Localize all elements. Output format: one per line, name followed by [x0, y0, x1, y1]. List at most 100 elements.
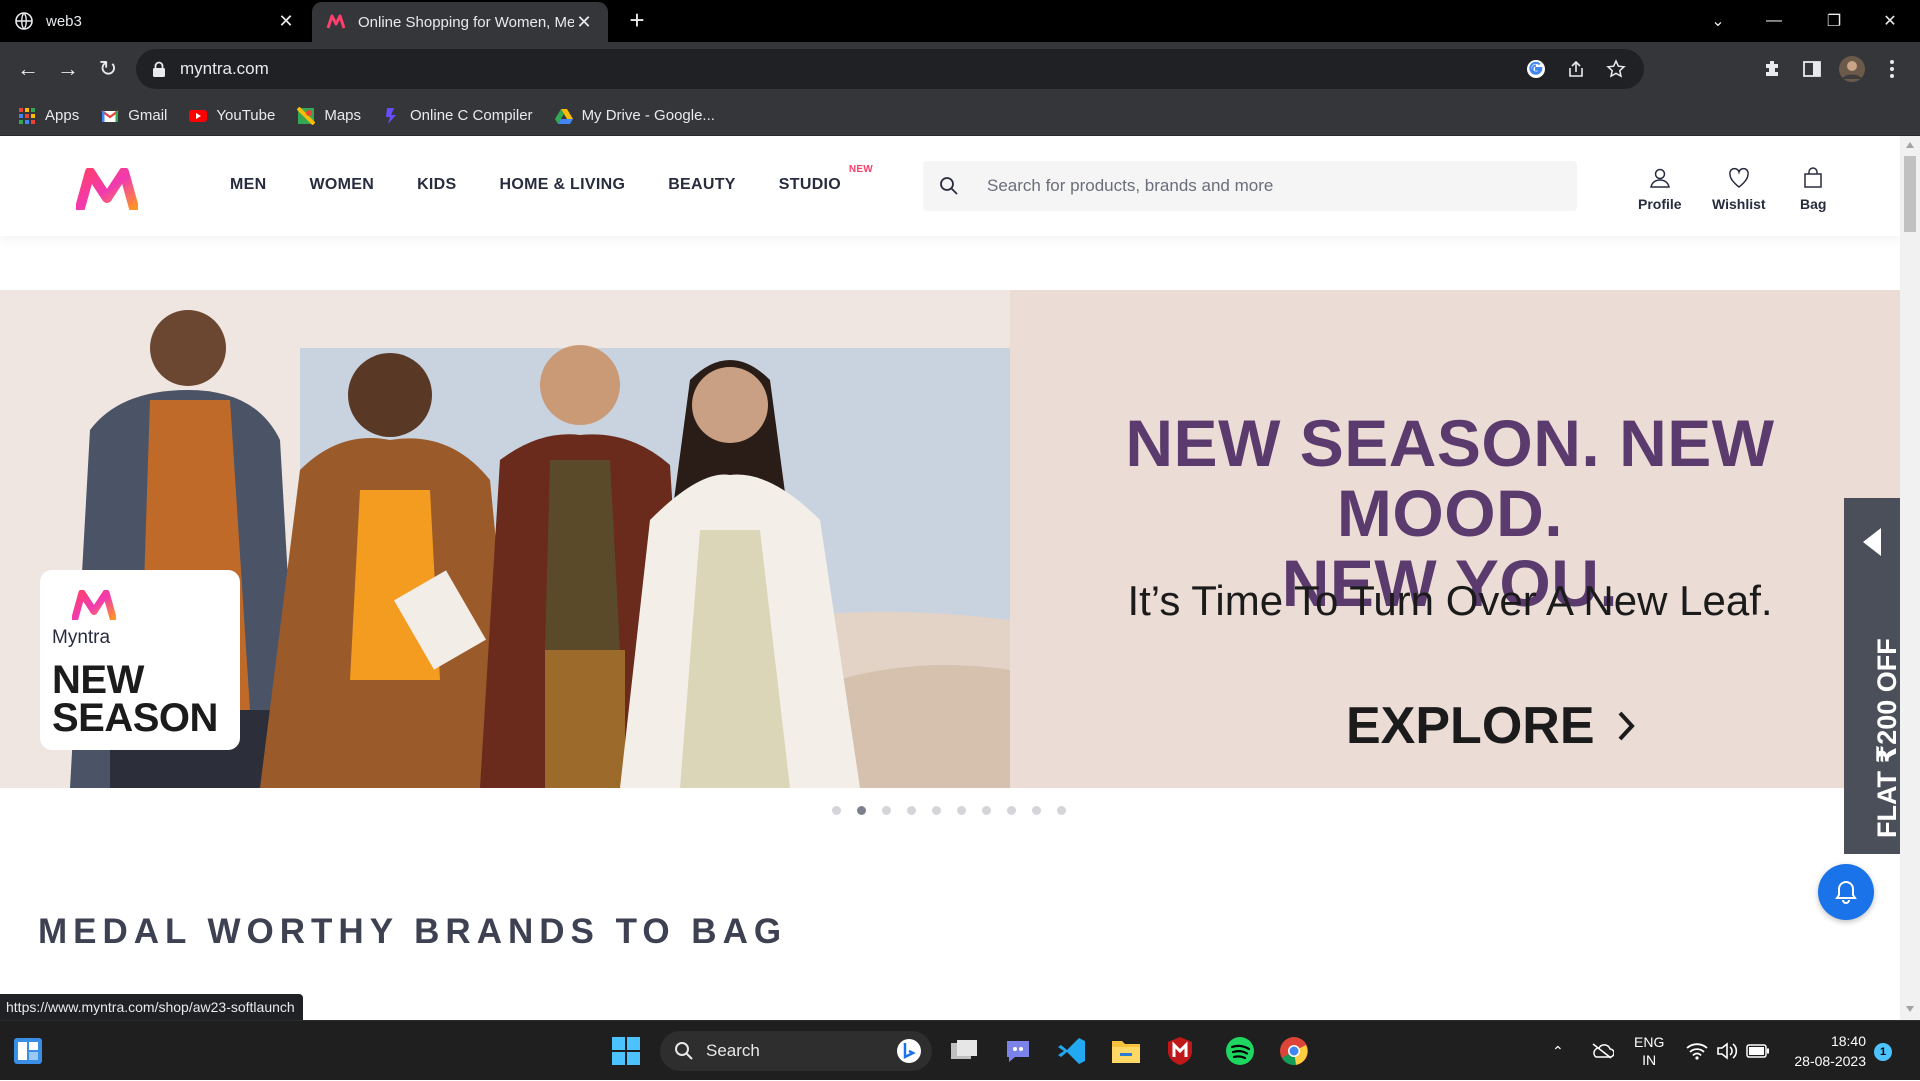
carousel-dot[interactable] [907, 806, 916, 815]
task-view-icon[interactable] [944, 1031, 984, 1071]
carousel-dot[interactable] [982, 806, 991, 815]
carousel-dot[interactable] [957, 806, 966, 815]
onedrive-icon[interactable] [1590, 1021, 1614, 1081]
bookmark-online-c-compiler[interactable]: Online C Compiler [383, 107, 533, 125]
page-scrollbar[interactable] [1900, 136, 1920, 1020]
chrome-icon[interactable] [1274, 1031, 1314, 1071]
new-tab-button[interactable]: + [622, 6, 652, 36]
tag-line-2: SEASON [52, 696, 218, 740]
bookmark-maps[interactable]: Maps [297, 106, 362, 125]
file-explorer-icon[interactable] [1106, 1031, 1146, 1071]
profile-label: Profile [1638, 196, 1682, 212]
search-icon [675, 1042, 693, 1060]
compiler-icon [386, 107, 397, 124]
main-nav: MEN WOMEN KIDS HOME & LIVING BEAUTY STUD… [230, 164, 884, 194]
bookmark-youtube[interactable]: YouTube [189, 107, 275, 125]
bookmark-apps[interactable]: Apps [18, 107, 79, 125]
minimize-button[interactable]: — [1746, 0, 1802, 42]
forward-button[interactable]: → [52, 53, 84, 85]
wifi-icon[interactable] [1686, 1021, 1708, 1081]
taskbar-search[interactable]: Search [660, 1031, 932, 1071]
scroll-up-arrow-icon[interactable] [1906, 142, 1914, 148]
show-hidden-icons[interactable]: ⌃ [1552, 1021, 1564, 1081]
clock-time: 18:40 [1830, 1033, 1866, 1049]
nav-home-living[interactable]: HOME & LIVING [500, 176, 626, 194]
nav-kids[interactable]: KIDS [417, 176, 456, 194]
tab-title: Online Shopping for Women, Me [358, 13, 574, 31]
gmail-icon [101, 109, 119, 122]
bookmark-my-drive[interactable]: My Drive - Google... [554, 107, 715, 125]
nav-men[interactable]: MEN [230, 176, 266, 194]
spotify-icon[interactable] [1220, 1031, 1260, 1071]
status-bar-url: https://www.myntra.com/shop/aw23-softlau… [0, 994, 303, 1020]
profile-button[interactable]: Profile [1638, 166, 1682, 212]
collapse-arrow-icon[interactable] [1863, 528, 1881, 556]
bookmark-label: YouTube [216, 107, 276, 124]
bell-icon [1835, 880, 1857, 904]
myntra-logo-icon [71, 589, 117, 623]
google-lens-icon[interactable] [1526, 59, 1546, 79]
carousel-dot[interactable] [857, 806, 866, 815]
profile-avatar[interactable] [1836, 53, 1868, 85]
teams-chat-icon[interactable] [998, 1031, 1038, 1071]
carousel-dot[interactable] [1057, 806, 1066, 815]
page-viewport: MEN WOMEN KIDS HOME & LIVING BEAUTY STUD… [0, 136, 1900, 1020]
volume-icon[interactable] [1716, 1021, 1738, 1081]
reload-button[interactable]: ↻ [92, 53, 124, 85]
nav-studio[interactable]: STUDIO NEW [778, 164, 873, 194]
share-icon[interactable] [1566, 59, 1586, 79]
notification-bell-button[interactable] [1818, 864, 1874, 920]
nav-women[interactable]: WOMEN [309, 176, 374, 194]
search-input[interactable]: Search for products, brands and more [987, 176, 1273, 196]
tab-search-icon[interactable]: ⌄ [1690, 0, 1746, 42]
profile-icon [1649, 168, 1670, 188]
back-button[interactable]: ← [12, 53, 44, 85]
extensions-icon[interactable] [1756, 53, 1788, 85]
new-season-tag: Myntra NEW SEASON [40, 570, 240, 750]
battery-icon[interactable] [1746, 1021, 1770, 1081]
notification-count-badge[interactable]: 1 [1874, 1043, 1892, 1061]
scrollbar-thumb[interactable] [1904, 156, 1916, 232]
close-tab-icon[interactable]: ✕ [574, 12, 594, 33]
widgets-icon[interactable] [8, 1031, 48, 1071]
bag-button[interactable]: Bag [1800, 166, 1826, 212]
carousel-dot[interactable] [882, 806, 891, 815]
offer-text: FLAT ₹200 OFF [1872, 638, 1900, 838]
scroll-down-arrow-icon[interactable] [1906, 1006, 1914, 1012]
system-clock[interactable]: 18:40 28-08-2023 [1780, 1031, 1880, 1071]
bag-icon [1804, 167, 1822, 188]
explore-button[interactable]: EXPLORE [1346, 696, 1635, 756]
address-bar[interactable]: myntra.com [136, 49, 1644, 89]
bookmark-label: Maps [324, 107, 362, 124]
bookmark-gmail[interactable]: Gmail [101, 107, 167, 125]
mcafee-icon[interactable] [1160, 1031, 1200, 1071]
close-tab-icon[interactable]: ✕ [276, 11, 296, 32]
myntra-logo[interactable] [76, 168, 138, 210]
carousel-dot[interactable] [832, 806, 841, 815]
carousel-dot[interactable] [932, 806, 941, 815]
bookmark-label: Gmail [128, 107, 168, 124]
tab-web3[interactable]: web3 ✕ [0, 0, 310, 42]
bookmark-label: My Drive - Google... [581, 107, 715, 124]
nav-studio-label: STUDIO [778, 176, 842, 193]
close-window-button[interactable]: ✕ [1862, 0, 1918, 42]
wishlist-button[interactable]: Wishlist [1712, 166, 1766, 212]
lock-icon [153, 61, 165, 77]
carousel-dot[interactable] [1007, 806, 1016, 815]
menu-icon[interactable] [1876, 53, 1908, 85]
bookmark-star-icon[interactable] [1606, 59, 1626, 79]
carousel-dot[interactable] [1032, 806, 1041, 815]
hero-banner[interactable]: Myntra NEW SEASON NEW SEASON. NEW MOOD. … [0, 290, 1900, 788]
side-panel-icon[interactable] [1796, 53, 1828, 85]
language-indicator[interactable]: ENG IN [1634, 1021, 1664, 1081]
lang-primary: ENG [1634, 1034, 1665, 1050]
restore-button[interactable]: ❐ [1806, 0, 1862, 42]
section-title: MEDAL WORTHY BRANDS TO BAG [38, 912, 788, 951]
nav-beauty[interactable]: BEAUTY [668, 176, 736, 194]
start-button[interactable] [606, 1031, 646, 1071]
flat-offer-panel[interactable]: FLAT ₹200 OFF [1844, 498, 1900, 854]
site-header: MEN WOMEN KIDS HOME & LIVING BEAUTY STUD… [0, 136, 1900, 236]
search-bar[interactable]: Search for products, brands and more [923, 161, 1577, 211]
vscode-icon[interactable] [1052, 1031, 1092, 1071]
tab-myntra[interactable]: Online Shopping for Women, Me ✕ [312, 2, 608, 42]
